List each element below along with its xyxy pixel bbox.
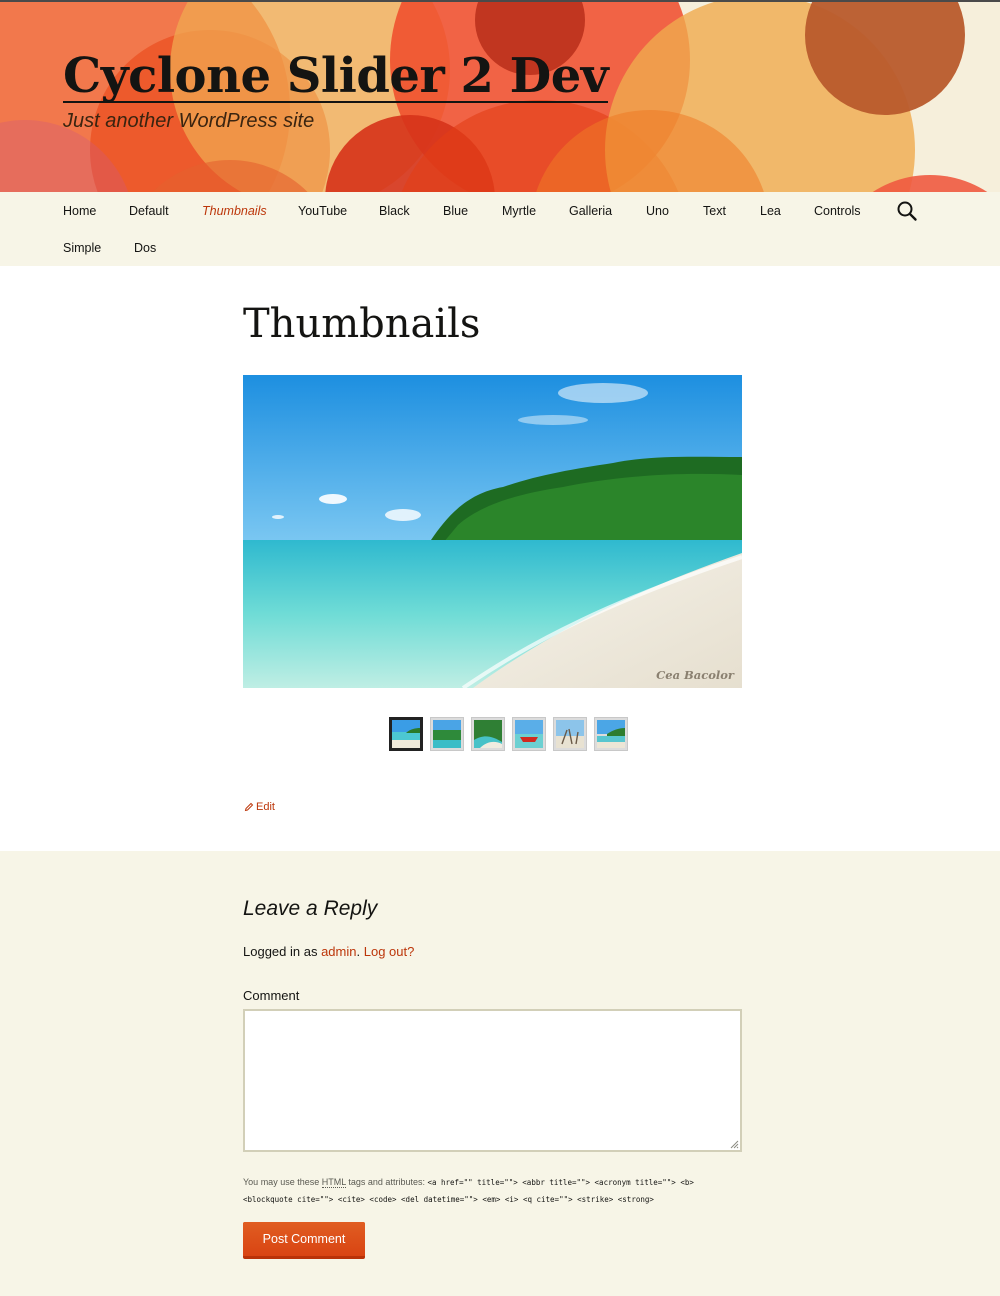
slider-thumbnail-2[interactable] bbox=[430, 717, 464, 751]
nav-item-black[interactable]: Black bbox=[379, 203, 410, 219]
pencil-icon bbox=[244, 802, 254, 812]
edit-link[interactable]: Edit bbox=[244, 801, 275, 813]
comment-label: Comment bbox=[243, 988, 300, 1003]
page-title: Thumbnails bbox=[243, 301, 481, 347]
profile-link[interactable]: admin bbox=[321, 944, 356, 959]
logged-in-as: Logged in as admin. Log out? bbox=[243, 943, 414, 961]
logout-link[interactable]: Log out? bbox=[364, 944, 415, 959]
nav-item-simple[interactable]: Simple bbox=[63, 240, 101, 256]
slider-thumbnail-6[interactable] bbox=[594, 717, 628, 751]
site-tagline: Just another WordPress site bbox=[63, 110, 315, 132]
logged-in-separator: . bbox=[356, 944, 361, 959]
nav-item-dos[interactable]: Dos bbox=[134, 240, 156, 256]
nav-item-controls[interactable]: Controls bbox=[814, 203, 861, 219]
site-title: Cyclone Slider 2 Dev bbox=[63, 48, 609, 104]
site-title-link[interactable]: Cyclone Slider 2 Dev bbox=[63, 46, 609, 106]
search-icon[interactable] bbox=[896, 200, 918, 222]
logged-in-prefix: Logged in as bbox=[243, 944, 322, 959]
slide-credit: Cea Bacolor bbox=[656, 668, 734, 682]
nav-item-blue[interactable]: Blue bbox=[443, 203, 468, 219]
reply-title: Leave a Reply bbox=[243, 897, 378, 920]
resize-grip-icon[interactable] bbox=[730, 1140, 739, 1149]
nav-item-lea[interactable]: Lea bbox=[760, 203, 781, 219]
beach-photo bbox=[243, 375, 742, 688]
slider-thumbnail-3[interactable] bbox=[471, 717, 505, 751]
slider-thumbnail-1[interactable] bbox=[389, 717, 423, 751]
tags-suffix: tags and attributes: bbox=[345, 1177, 428, 1187]
nav-item-myrtle[interactable]: Myrtle bbox=[502, 203, 536, 219]
allowed-tags-note: You may use these HTML tags and attribut… bbox=[243, 1174, 743, 1208]
slider-thumbnails bbox=[389, 717, 631, 751]
slider-thumbnail-4[interactable] bbox=[512, 717, 546, 751]
post-comment-button[interactable]: Post Comment bbox=[243, 1222, 365, 1259]
nav-item-home[interactable]: Home bbox=[63, 203, 96, 219]
html-abbr: HTML bbox=[321, 1177, 346, 1188]
nav-item-default[interactable]: Default bbox=[129, 203, 169, 219]
site-title-underline bbox=[63, 101, 609, 103]
slider-thumbnail-5[interactable] bbox=[553, 717, 587, 751]
edit-label: Edit bbox=[256, 801, 275, 813]
top-border bbox=[0, 0, 1000, 2]
comment-textarea[interactable] bbox=[243, 1009, 742, 1152]
site-header: Cyclone Slider 2 Dev Just another WordPr… bbox=[0, 0, 1000, 192]
nav-item-youtube[interactable]: YouTube bbox=[298, 203, 347, 219]
nav-item-text[interactable]: Text bbox=[703, 203, 726, 219]
nav-item-thumbnails[interactable]: Thumbnails bbox=[202, 203, 267, 219]
tags-prefix: You may use these bbox=[243, 1177, 322, 1187]
nav-item-galleria[interactable]: Galleria bbox=[569, 203, 612, 219]
nav-item-uno[interactable]: Uno bbox=[646, 203, 669, 219]
slider-main-image[interactable]: Cea Bacolor bbox=[243, 375, 742, 688]
